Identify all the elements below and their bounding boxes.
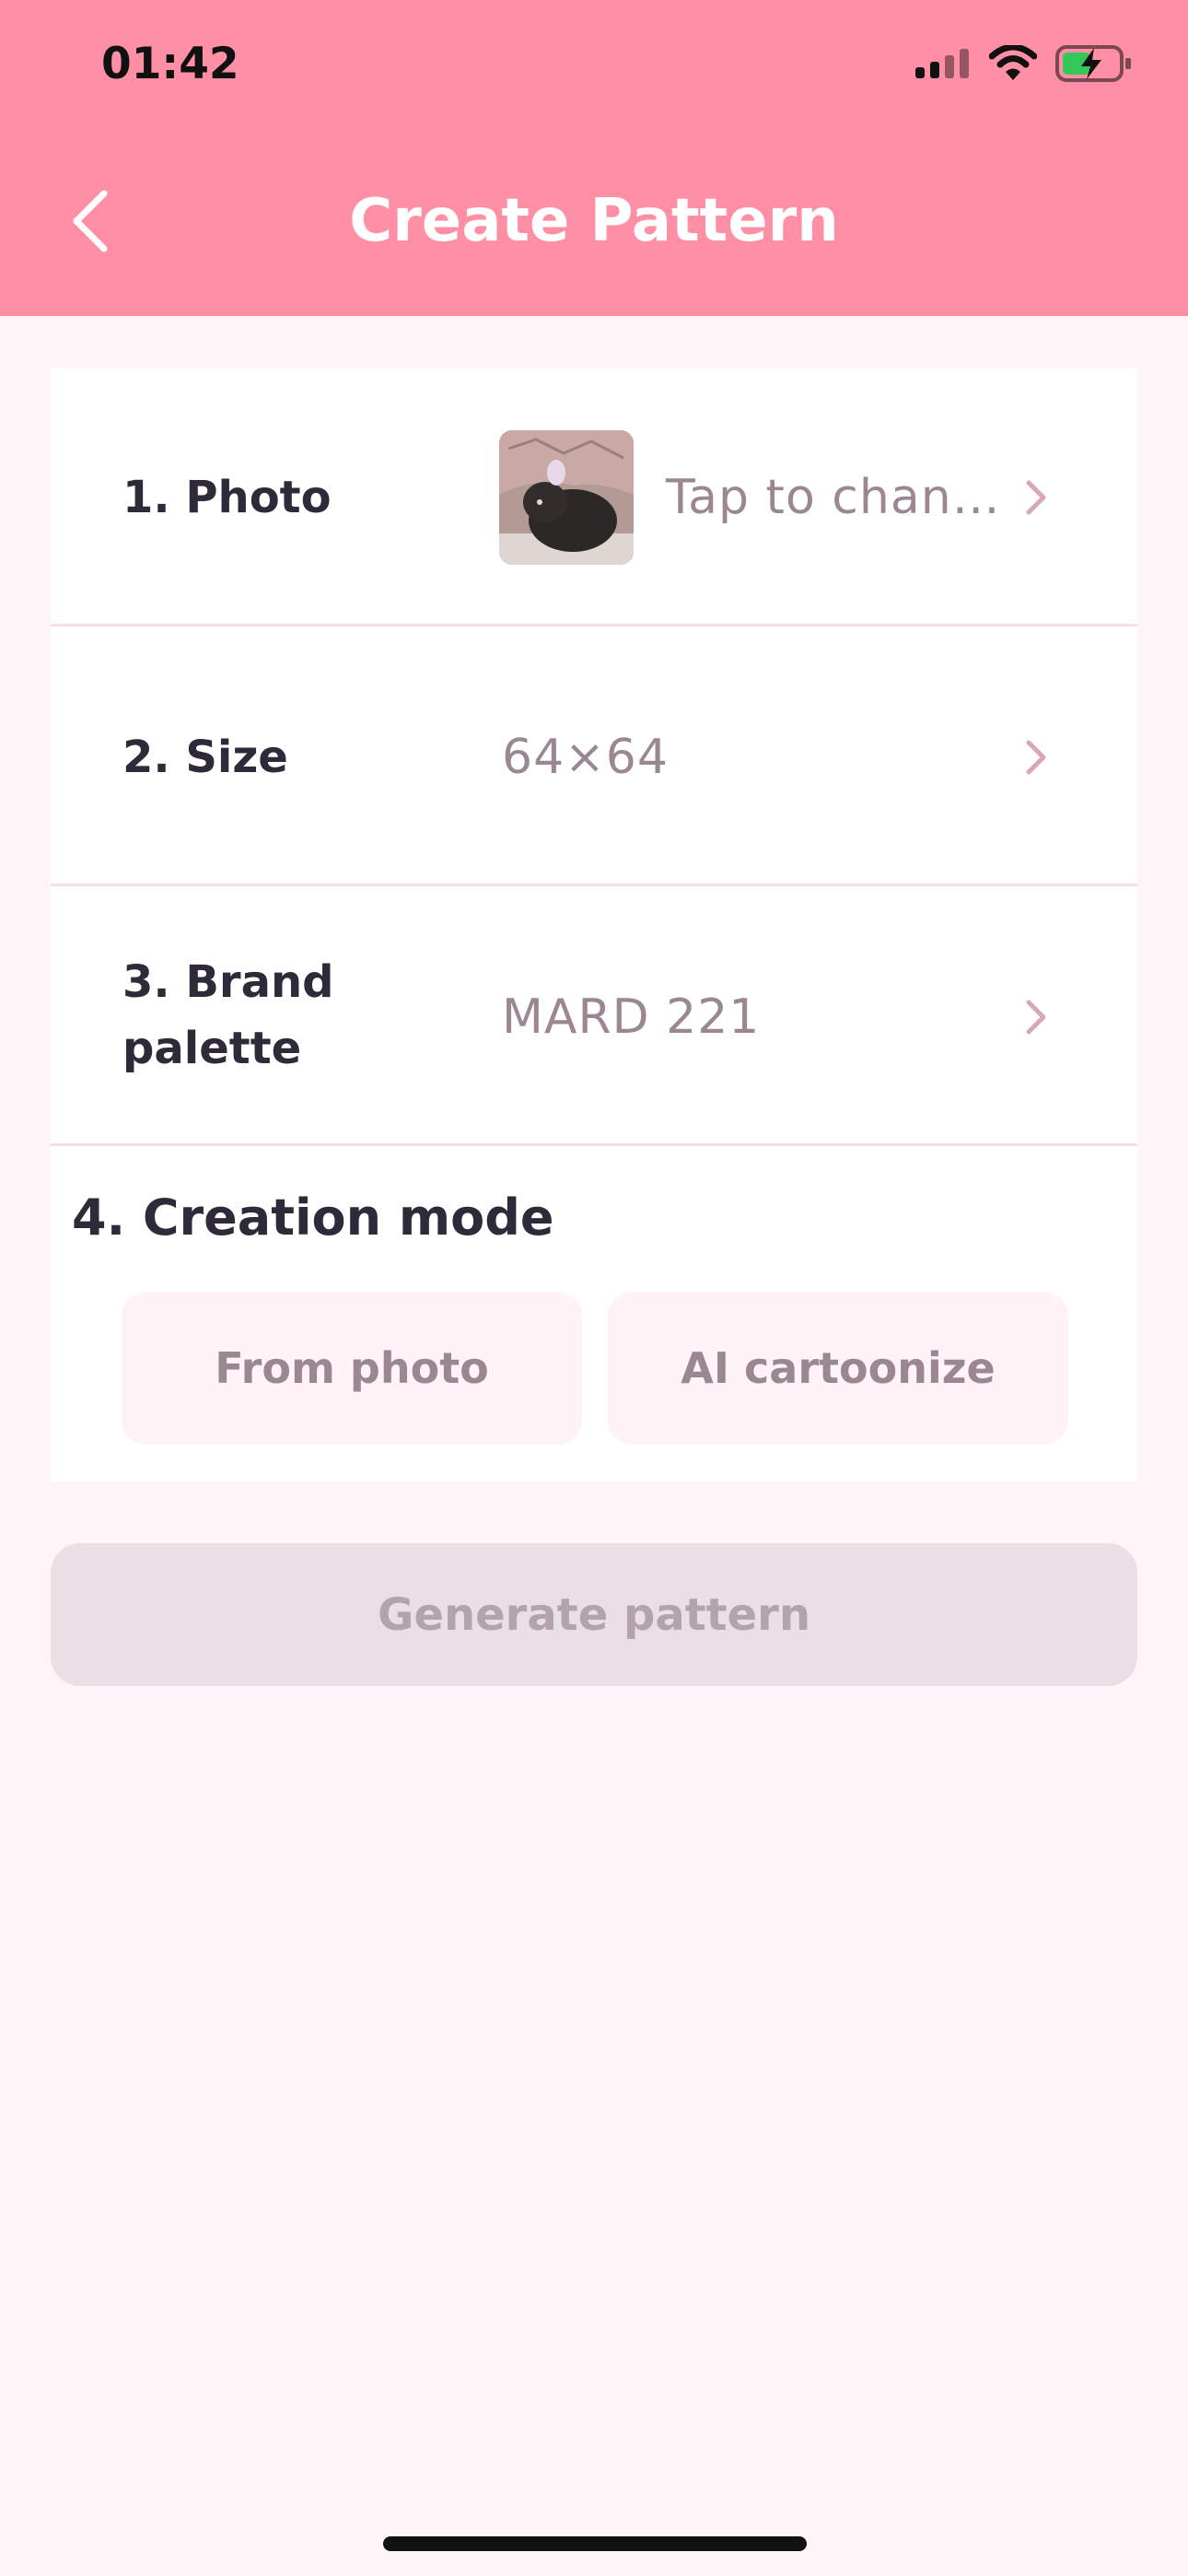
ai-cartoonize-button[interactable]: AI cartoonize	[608, 1292, 1068, 1445]
page-title: Create Pattern	[349, 187, 839, 255]
photo-value: Tap to chan…	[666, 470, 1001, 525]
wifi-icon	[989, 45, 1037, 80]
size-value: 64×64	[502, 730, 669, 785]
creation-mode-title: 4. Creation mode	[72, 1188, 554, 1247]
cellular-signal-icon	[915, 49, 969, 78]
size-label: 2. Size	[122, 732, 288, 783]
status-time: 01:42	[101, 39, 239, 89]
header: 01:42 Create Pattern	[0, 0, 1188, 316]
photo-label: 1. Photo	[122, 472, 332, 523]
brand-palette-label: 3. Brand palette	[122, 956, 334, 1074]
size-row[interactable]: 2. Size 64×64	[51, 628, 1137, 886]
generate-pattern-button[interactable]: Generate pattern	[51, 1543, 1137, 1686]
home-indicator	[383, 2536, 807, 2551]
from-photo-button[interactable]: From photo	[122, 1292, 582, 1445]
brand-palette-value: MARD 221	[502, 989, 761, 1045]
photo-row[interactable]: 1. Photo Tap to chan…	[51, 369, 1137, 626]
chevron-right-icon	[1026, 740, 1046, 775]
battery-charging-icon	[1055, 45, 1131, 82]
status-icons	[915, 41, 1133, 87]
photo-thumbnail	[499, 430, 634, 565]
brand-palette-row[interactable]: 3. Brand palette MARD 221	[51, 888, 1137, 1146]
chevron-right-icon	[1026, 1000, 1046, 1035]
chevron-right-icon	[1026, 480, 1046, 515]
